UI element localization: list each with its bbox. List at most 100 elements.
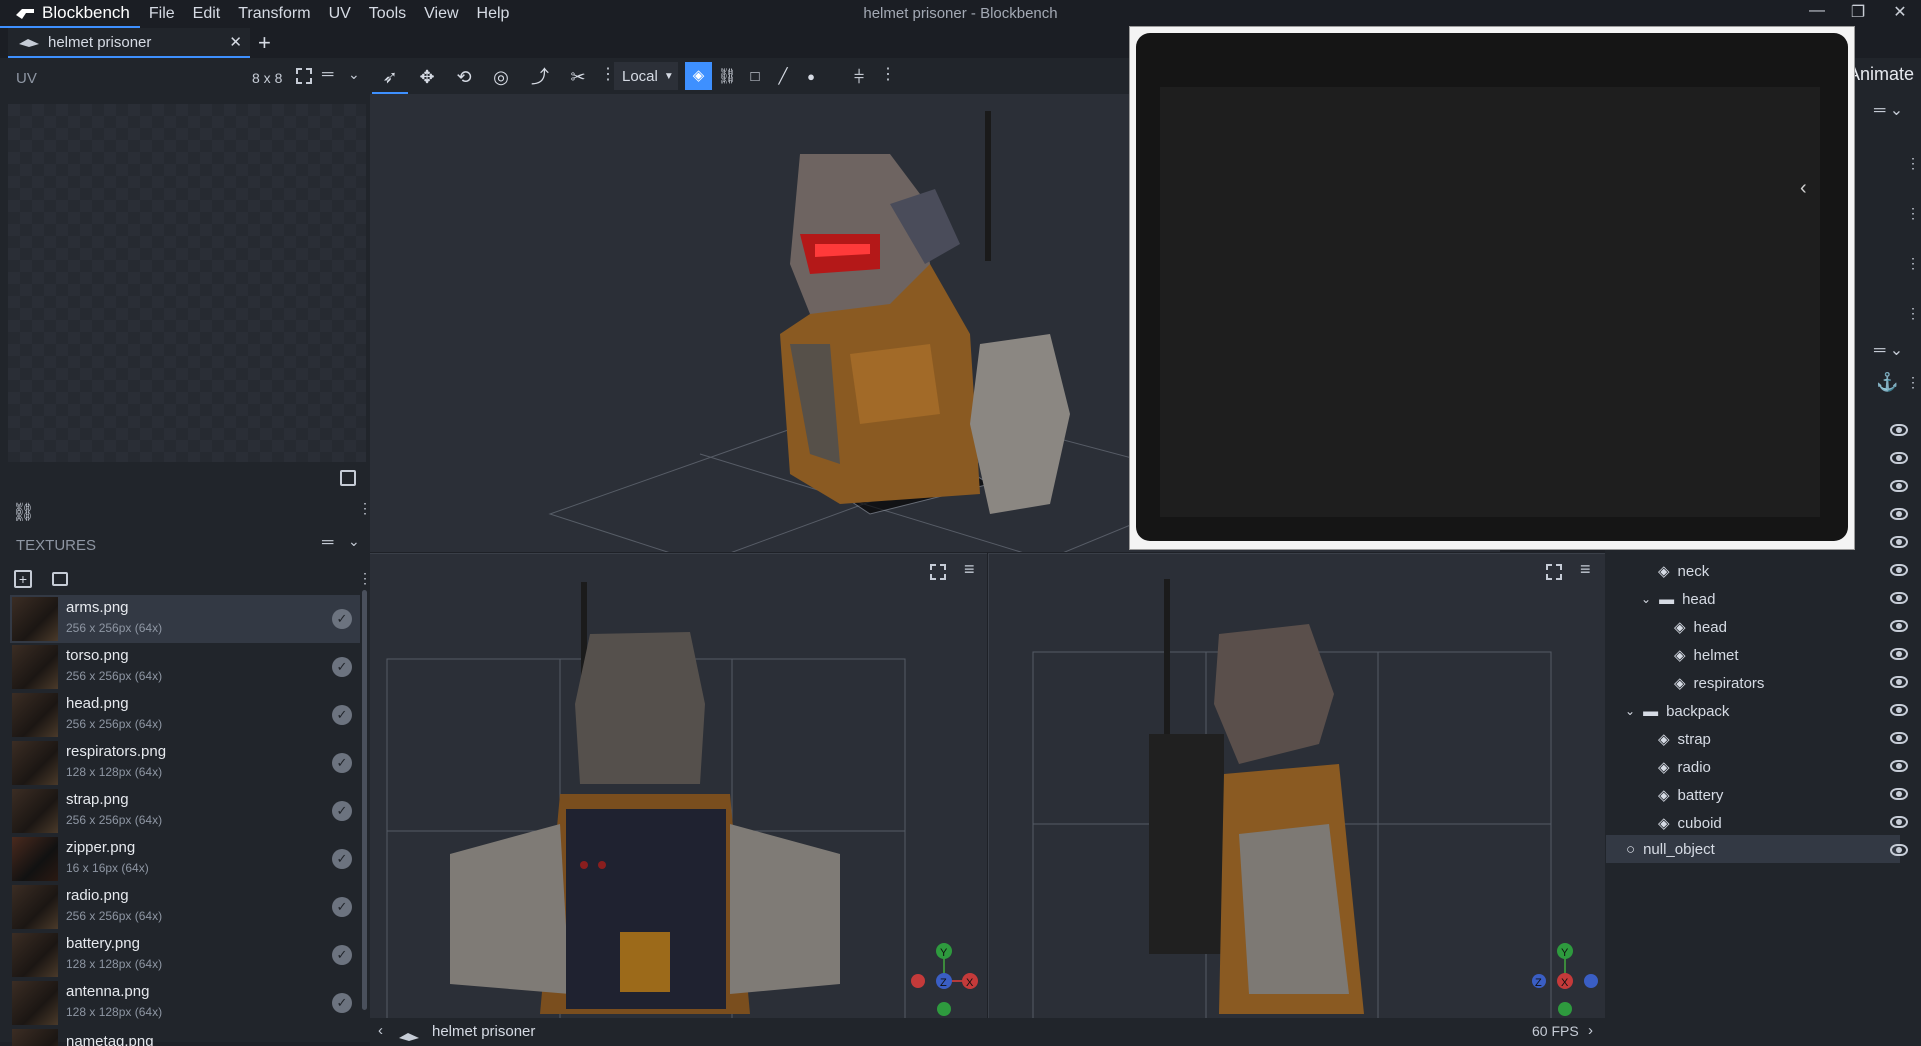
visibility-eye-icon[interactable]	[1890, 508, 1908, 520]
knife-tool-icon[interactable]: ✂	[565, 64, 591, 90]
outliner-item-cuboid[interactable]: ◈ cuboid	[1658, 809, 1722, 837]
panel-menu-icon[interactable]: ═	[322, 66, 333, 84]
face-mode-icon[interactable]: □	[742, 64, 768, 90]
check-icon[interactable]: ✓	[332, 705, 352, 725]
chevron-down-icon[interactable]: ⌄	[348, 66, 360, 83]
visibility-eye-icon[interactable]	[1890, 844, 1908, 856]
visibility-eye-icon[interactable]	[1890, 564, 1908, 576]
texture-item[interactable]: torso.png 256 x 256px (64x) ✓	[10, 643, 360, 691]
vertex-snap-icon[interactable]: ⤴	[527, 64, 553, 90]
import-texture-icon[interactable]	[52, 572, 68, 586]
status-back-icon[interactable]: ‹	[378, 1022, 383, 1039]
more-options-icon[interactable]: ⋮	[1906, 155, 1920, 172]
textures-chevron-icon[interactable]: ⌄	[348, 533, 360, 550]
tab-close-icon[interactable]: ✕	[229, 33, 242, 51]
edge-mode-icon[interactable]: ╱	[770, 64, 796, 90]
restore-button[interactable]: ❐	[1838, 2, 1878, 22]
outliner-item-head[interactable]: ◈ head	[1674, 613, 1727, 641]
viewport-front[interactable]: ≡ Y X Z	[370, 553, 987, 1020]
texture-item[interactable]: radio.png 256 x 256px (64x) ✓	[10, 883, 360, 931]
texture-item[interactable]: respirators.png 128 x 128px (64x) ✓	[10, 739, 360, 787]
visibility-eye-icon[interactable]	[1890, 592, 1908, 604]
viewport-menu-icon[interactable]: ≡	[964, 559, 975, 580]
outliner-item-respirators[interactable]: ◈ respirators	[1674, 669, 1764, 697]
texture-item[interactable]: battery.png 128 x 128px (64x) ✓	[10, 931, 360, 979]
more-options-icon[interactable]: ⋮	[1906, 374, 1920, 391]
menu-help[interactable]: Help	[468, 5, 519, 23]
check-icon[interactable]: ✓	[332, 609, 352, 629]
transform-space-select[interactable]: Local ▼	[614, 62, 678, 90]
viewport-fullscreen-icon[interactable]	[930, 564, 946, 580]
more-options-icon[interactable]: ⋮	[1906, 255, 1920, 272]
visibility-eye-icon[interactable]	[1890, 676, 1908, 688]
status-forward-icon[interactable]: ›	[1588, 1022, 1593, 1039]
more-options-icon[interactable]: ⋮	[1906, 305, 1920, 322]
pivot-tool-icon[interactable]: ◎	[488, 64, 514, 90]
visibility-eye-icon[interactable]	[1890, 732, 1908, 744]
texture-item[interactable]: head.png 256 x 256px (64x) ✓	[10, 691, 360, 739]
texture-item[interactable]: antenna.png 128 x 128px (64x) ✓	[10, 979, 360, 1027]
uv-editor-canvas[interactable]	[8, 104, 366, 462]
check-icon[interactable]: ✓	[332, 945, 352, 965]
check-icon[interactable]: ✓	[332, 801, 352, 821]
add-texture-icon[interactable]: +	[14, 570, 32, 588]
visibility-eye-icon[interactable]	[1890, 620, 1908, 632]
uv-grid-size[interactable]: 8 x 8	[252, 70, 282, 86]
viewport-fullscreen-icon[interactable]	[1546, 564, 1562, 580]
mirror-modeling-icon[interactable]: ⫩	[846, 64, 872, 90]
menu-transform[interactable]: Transform	[229, 5, 319, 23]
more-options-icon[interactable]: ⋮	[1906, 205, 1920, 222]
chevron-down-icon[interactable]: ⌄	[1641, 592, 1651, 606]
viewport-side[interactable]: ≡ Y Z X	[988, 553, 1605, 1020]
visibility-eye-icon[interactable]	[1890, 816, 1908, 828]
menu-tools[interactable]: Tools	[360, 5, 415, 23]
check-icon[interactable]: ✓	[332, 849, 352, 869]
panel-menu-icon[interactable]: ═ ⌄	[1874, 100, 1903, 120]
textures-menu-icon[interactable]: ═	[322, 534, 333, 552]
viewport-menu-icon[interactable]: ≡	[1580, 559, 1591, 580]
link-icon[interactable]: ⛓	[12, 502, 35, 523]
menu-edit[interactable]: Edit	[184, 5, 230, 23]
visibility-eye-icon[interactable]	[1890, 704, 1908, 716]
menu-file[interactable]: File	[140, 5, 184, 23]
fullscreen-icon[interactable]	[296, 68, 312, 84]
visibility-eye-icon[interactable]	[1890, 480, 1908, 492]
new-tab-button[interactable]: +	[258, 30, 271, 56]
visibility-eye-icon[interactable]	[1890, 760, 1908, 772]
textures-scrollbar[interactable]	[362, 590, 367, 1010]
outliner-group-head[interactable]: ⌄ ▬ head	[1641, 585, 1715, 613]
texture-item[interactable]: nametag.png	[10, 1027, 360, 1046]
rotate-tool-icon[interactable]: ⟲	[451, 64, 477, 90]
copy-icon[interactable]	[340, 470, 356, 486]
minimize-button[interactable]: —	[1797, 2, 1837, 20]
check-icon[interactable]: ✓	[332, 753, 352, 773]
chevron-down-icon[interactable]: ⌄	[1625, 704, 1635, 718]
app-logo[interactable]: Blockbench	[0, 0, 140, 28]
texture-item[interactable]: strap.png 256 x 256px (64x) ✓	[10, 787, 360, 835]
visibility-eye-icon[interactable]	[1890, 536, 1908, 548]
anchor-icon[interactable]: ⚓	[1876, 372, 1898, 393]
outliner-item-helmet[interactable]: ◈ helmet	[1674, 641, 1739, 669]
vertex-mode-icon[interactable]: ●	[798, 64, 824, 90]
tab-helmet-prisoner[interactable]: helmet prisoner ✕	[8, 28, 250, 58]
outliner-item-radio[interactable]: ◈ radio	[1658, 753, 1711, 781]
outliner-item-null-object[interactable]: ○ null_object	[1626, 835, 1715, 863]
close-window-button[interactable]: ✕	[1880, 2, 1920, 22]
texture-item[interactable]: zipper.png 16 x 16px (64x) ✓	[10, 835, 360, 883]
outliner-menu-icon[interactable]: ═ ⌄	[1874, 340, 1903, 360]
visibility-eye-icon[interactable]	[1890, 424, 1908, 436]
check-icon[interactable]: ✓	[332, 993, 352, 1013]
axis-gizmo-icon[interactable]: Y Z X	[1525, 939, 1605, 1019]
mode-animate-tab[interactable]: Animate	[1848, 64, 1914, 85]
outliner-item-strap[interactable]: ◈ strap	[1658, 725, 1711, 753]
texture-item[interactable]: arms.png 256 x 256px (64x) ✓	[10, 595, 360, 643]
select-mode-cube-icon[interactable]: ◈	[685, 62, 712, 90]
check-icon[interactable]: ✓	[332, 897, 352, 917]
toolbar-more-icon-2[interactable]: ⋮	[880, 64, 896, 84]
check-icon[interactable]: ✓	[332, 657, 352, 677]
resize-tool-icon[interactable]: ✥	[414, 64, 440, 90]
move-tool-icon[interactable]: ➶	[377, 64, 403, 90]
outliner-item-neck[interactable]: ◈ neck	[1658, 557, 1709, 585]
visibility-eye-icon[interactable]	[1890, 648, 1908, 660]
axis-gizmo-icon[interactable]: Y X Z	[904, 939, 984, 1019]
